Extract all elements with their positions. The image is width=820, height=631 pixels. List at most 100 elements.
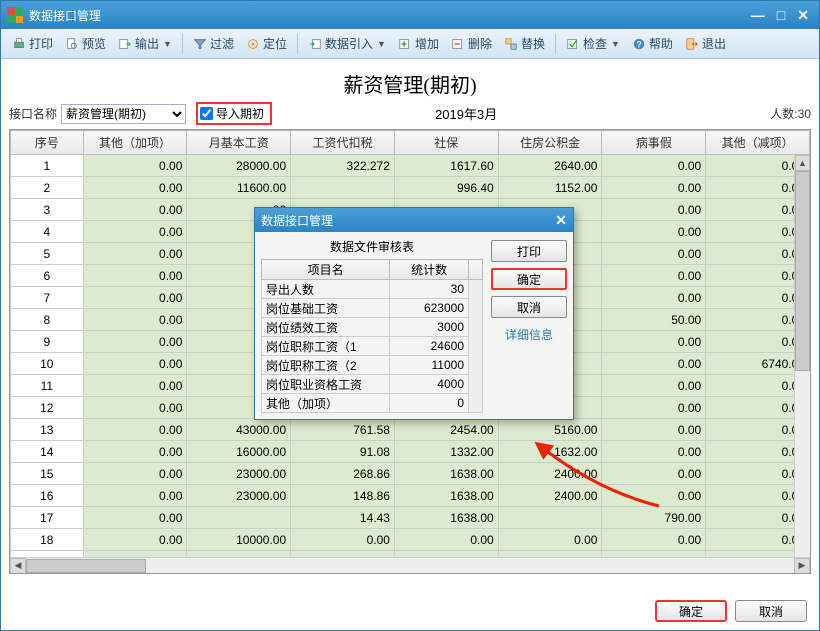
cell[interactable]: 0.00: [602, 375, 706, 397]
dialog-ok-button[interactable]: 确定: [491, 268, 567, 290]
cell[interactable]: 0.00: [602, 463, 706, 485]
cell[interactable]: 0.00: [498, 529, 602, 551]
minimize-button[interactable]: —: [751, 7, 765, 24]
output-button[interactable]: 输出▼: [113, 33, 177, 54]
cell[interactable]: 2454.00: [394, 419, 498, 441]
cell[interactable]: 0.00: [83, 331, 187, 353]
cell[interactable]: 0.00: [83, 243, 187, 265]
horizontal-scrollbar[interactable]: ◀ ▶: [10, 557, 810, 573]
cell[interactable]: 1617.60: [394, 155, 498, 177]
cell[interactable]: 0.00: [291, 529, 395, 551]
table-row[interactable]: 140.0016000.0091.081332.001632.000.000.0…: [11, 441, 810, 463]
delete-button[interactable]: 删除: [446, 33, 497, 54]
cell[interactable]: 16000.00: [187, 441, 291, 463]
table-row[interactable]: 170.0014.431638.00790.000.00: [11, 507, 810, 529]
col-header[interactable]: 工资代扣税: [291, 131, 395, 155]
cell[interactable]: 0.00: [83, 507, 187, 529]
cell[interactable]: 0.00: [83, 375, 187, 397]
table-row[interactable]: 20.0011600.00996.401152.000.000.00: [11, 177, 810, 199]
cell[interactable]: 0.00: [83, 309, 187, 331]
table-row[interactable]: 150.0023000.00268.861638.002400.000.000.…: [11, 463, 810, 485]
modal-scroll[interactable]: [469, 260, 483, 280]
cell[interactable]: 0.00: [602, 265, 706, 287]
col-header[interactable]: 序号: [11, 131, 84, 155]
cell[interactable]: 0.00: [602, 243, 706, 265]
cell[interactable]: 10000.00: [187, 529, 291, 551]
col-header[interactable]: 其他（减项）: [706, 131, 810, 155]
col-header[interactable]: 其他（加项）: [83, 131, 187, 155]
cell[interactable]: 0.00: [602, 177, 706, 199]
cell[interactable]: [291, 177, 395, 199]
cell[interactable]: 23000.00: [187, 485, 291, 507]
cell[interactable]: 322.272: [291, 155, 395, 177]
dialog-print-button[interactable]: 打印: [491, 240, 567, 262]
table-row[interactable]: 10.0028000.00322.2721617.602640.000.000.…: [11, 155, 810, 177]
cell[interactable]: 0.00: [83, 155, 187, 177]
audit-row[interactable]: 其他（加项）0: [262, 394, 483, 413]
filter-button[interactable]: 过滤: [188, 33, 239, 54]
table-row[interactable]: 180.0010000.000.000.000.000.000.00: [11, 529, 810, 551]
cell[interactable]: 148.86: [291, 485, 395, 507]
cell[interactable]: 14.43: [291, 507, 395, 529]
close-button[interactable]: ✕: [797, 7, 809, 24]
cell[interactable]: 1332.00: [394, 441, 498, 463]
cell[interactable]: 0.00: [83, 529, 187, 551]
check-button[interactable]: 检查▼: [561, 33, 625, 54]
scroll-left-icon[interactable]: ◀: [10, 558, 26, 574]
scroll-right-icon[interactable]: ▶: [794, 558, 810, 574]
cell[interactable]: 0.00: [602, 485, 706, 507]
audit-row[interactable]: 岗位职称工资（211000: [262, 356, 483, 375]
dialog-close-icon[interactable]: ✕: [555, 212, 567, 229]
cell[interactable]: 2640.00: [498, 155, 602, 177]
dialog-detail-link[interactable]: 详细信息: [491, 326, 567, 343]
cell[interactable]: 0.00: [83, 485, 187, 507]
maximize-button[interactable]: □: [777, 7, 785, 24]
table-row[interactable]: 160.0023000.00148.861638.002400.000.000.…: [11, 485, 810, 507]
cell[interactable]: 1152.00: [498, 177, 602, 199]
cell[interactable]: 1632.00: [498, 441, 602, 463]
audit-row[interactable]: 岗位绩效工资3000: [262, 318, 483, 337]
cell[interactable]: 1638.00: [394, 507, 498, 529]
locate-button[interactable]: 定位: [241, 33, 292, 54]
cell[interactable]: 23000.00: [187, 463, 291, 485]
audit-row[interactable]: 岗位基础工资623000: [262, 299, 483, 318]
col-header[interactable]: 住房公积金: [498, 131, 602, 155]
cell[interactable]: 5160.00: [498, 419, 602, 441]
cell[interactable]: 0.00: [602, 441, 706, 463]
cell[interactable]: 1638.00: [394, 485, 498, 507]
cell[interactable]: 0.00: [83, 265, 187, 287]
vertical-scrollbar[interactable]: ▲: [794, 155, 810, 557]
audit-row[interactable]: 岗位职业资格工资4000: [262, 375, 483, 394]
cell[interactable]: 0.00: [394, 529, 498, 551]
cell[interactable]: [187, 507, 291, 529]
table-row[interactable]: 130.0043000.00761.582454.005160.000.000.…: [11, 419, 810, 441]
add-button[interactable]: 增加: [393, 33, 444, 54]
col-header[interactable]: 月基本工资: [187, 131, 291, 155]
cell[interactable]: 0.00: [83, 463, 187, 485]
cancel-button[interactable]: 取消: [735, 600, 807, 622]
cell[interactable]: 0.00: [83, 199, 187, 221]
cell[interactable]: 996.40: [394, 177, 498, 199]
cell[interactable]: 2400.00: [498, 463, 602, 485]
audit-row[interactable]: 岗位职称工资（124600: [262, 337, 483, 356]
cell[interactable]: 0.00: [83, 287, 187, 309]
cell[interactable]: 0.00: [602, 419, 706, 441]
cell[interactable]: 0.00: [83, 441, 187, 463]
cell[interactable]: 0.00: [602, 397, 706, 419]
cell[interactable]: 0.00: [83, 221, 187, 243]
audit-row[interactable]: 导出人数30: [262, 280, 483, 299]
cell[interactable]: 1638.00: [394, 463, 498, 485]
cell[interactable]: 43000.00: [187, 419, 291, 441]
cell[interactable]: 0.00: [83, 353, 187, 375]
scroll-up-icon[interactable]: ▲: [795, 155, 810, 171]
cell[interactable]: 28000.00: [187, 155, 291, 177]
cell[interactable]: 2400.00: [498, 485, 602, 507]
replace-button[interactable]: 替换: [499, 33, 550, 54]
cell[interactable]: 0.00: [83, 177, 187, 199]
cell[interactable]: 0.00: [83, 397, 187, 419]
cell[interactable]: 0.00: [602, 331, 706, 353]
cell[interactable]: 0.00: [602, 155, 706, 177]
help-button[interactable]: ?帮助: [627, 33, 678, 54]
cell[interactable]: 91.08: [291, 441, 395, 463]
cell[interactable]: 0.00: [83, 419, 187, 441]
